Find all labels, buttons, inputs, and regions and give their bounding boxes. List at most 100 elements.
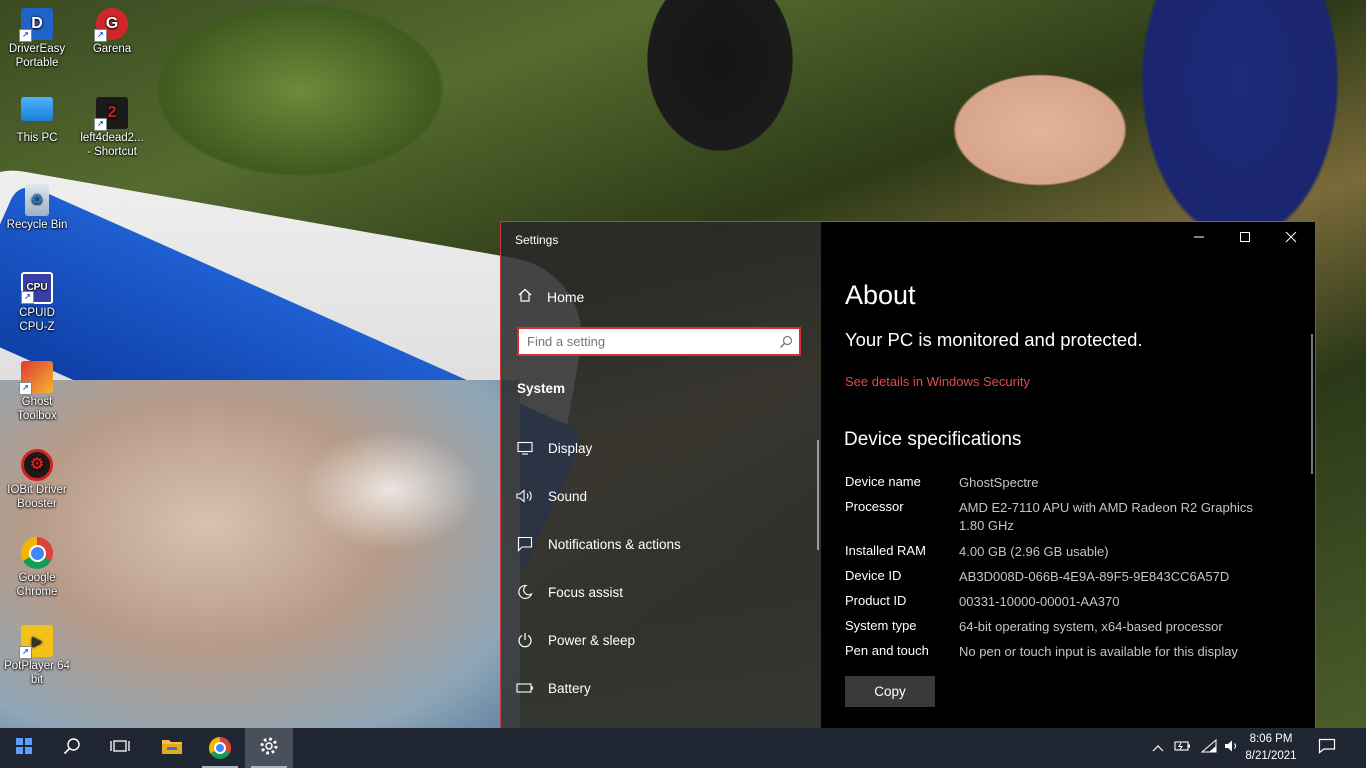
desktop-icon-ghost-toolbox[interactable]: ↗ Ghost Toolbox [0, 361, 74, 423]
taskbar-file-explorer[interactable] [148, 728, 196, 768]
shortcut-arrow-icon: ↗ [19, 382, 32, 395]
desktop-icon-potplayer[interactable]: ▶ ↗ PotPlayer 64 bit [0, 625, 74, 687]
desktop-icon-label: IOBit Driver [7, 484, 67, 496]
tray-network[interactable] [1198, 728, 1220, 768]
window-title: Settings [515, 233, 559, 247]
spec-row-pen-touch: Pen and touch No pen or touch input is a… [845, 643, 1279, 661]
close-button[interactable] [1268, 228, 1314, 250]
shortcut-arrow-icon: ↗ [94, 118, 107, 131]
taskbar-settings[interactable] [245, 728, 293, 768]
search-icon[interactable] [779, 335, 793, 354]
spec-key: Device ID [845, 568, 902, 583]
shortcut-arrow-icon: ↗ [19, 29, 32, 42]
nav-scrollbar[interactable] [817, 440, 819, 550]
settings-search-box[interactable] [517, 327, 801, 356]
nav-home[interactable]: Home [517, 285, 797, 309]
tray-battery[interactable] [1172, 728, 1194, 768]
spec-value: No pen or touch input is available for t… [959, 644, 1238, 659]
nav-item-label: Power & sleep [548, 632, 636, 648]
desktop-icon-iobit[interactable]: ⚙ IOBit Driver Booster [0, 449, 74, 511]
potplayer-icon: ▶ ↗ [19, 625, 53, 659]
desktop-icon-label: Garena [92, 43, 132, 55]
desktop-icon-label: bit [30, 674, 44, 686]
desktop-icon-label: - Shortcut [87, 146, 137, 158]
nav-item-label: Battery [548, 680, 591, 696]
spec-key: Installed RAM [845, 543, 926, 558]
nav-item-label: Notifications & actions [548, 536, 681, 552]
power-icon [515, 630, 535, 650]
spec-row-system-type: System type 64-bit operating system, x64… [845, 618, 1279, 636]
spec-row-installed-ram: Installed RAM 4.00 GB (2.96 GB usable) [845, 543, 1279, 561]
nav-item-sound[interactable]: Sound [515, 484, 805, 508]
battery-icon [515, 678, 535, 698]
sound-icon [515, 486, 535, 506]
desktop-icon-chrome[interactable]: Google Chrome [0, 537, 74, 599]
taskbar-chrome[interactable] [196, 728, 244, 768]
display-icon [515, 438, 535, 458]
close-icon [1285, 230, 1297, 248]
file-explorer-icon [161, 737, 183, 760]
spec-key: Pen and touch [845, 643, 929, 658]
tray-overflow-button[interactable] [1148, 728, 1168, 768]
nav-item-focus-assist[interactable]: Focus assist [515, 580, 805, 604]
chrome-icon [21, 537, 53, 569]
monitor-icon [21, 97, 53, 121]
shortcut-arrow-icon: ↗ [94, 29, 107, 42]
nav-section-heading: System [517, 381, 566, 396]
chrome-icon [209, 737, 231, 759]
desktop-icon-garena[interactable]: G ↗ Garena [75, 8, 149, 56]
shortcut-arrow-icon: ↗ [21, 291, 34, 304]
desktop-icon-label: DriverEasy [8, 43, 66, 55]
desktop-icon-label: Booster [17, 498, 57, 510]
nav-item-notifications[interactable]: Notifications & actions [515, 532, 805, 556]
copy-button[interactable]: Copy [845, 676, 935, 707]
desktop-icon-label: left4dead2... [80, 132, 144, 144]
settings-search-input[interactable] [519, 333, 779, 350]
nav-item-label: Focus assist [548, 584, 624, 600]
nav-item-display[interactable]: Display [515, 436, 805, 460]
desktop-icon-this-pc[interactable]: This PC [0, 97, 74, 145]
search-icon [63, 737, 81, 760]
nav-item-power-sleep[interactable]: Power & sleep [515, 628, 805, 652]
spec-value: GhostSpectre [959, 475, 1039, 490]
windows-security-link[interactable]: See details in Windows Security [845, 374, 1030, 389]
start-button[interactable] [0, 728, 48, 768]
desktop-icon-label: This PC [16, 132, 58, 144]
chevron-up-icon [1152, 739, 1164, 757]
desktop-icon-label: Google [18, 572, 56, 584]
spec-value: AB3D008D-066B-4E9A-89F5-9E843CC6A57D [959, 569, 1230, 584]
maximize-icon [1239, 230, 1251, 248]
spec-key: Product ID [845, 593, 907, 608]
taskbar-search-button[interactable] [48, 728, 96, 768]
spec-value: AMD E2-7110 APU with AMD Radeon R2 Graph… [959, 500, 1253, 533]
taskbar-clock[interactable]: 8:06 PM 8/21/2021 [1236, 731, 1306, 765]
desktop-icon-recycle-bin[interactable]: ♻ Recycle Bin [0, 184, 74, 232]
desktop-icon-label: CPUID [19, 307, 55, 319]
action-center-button[interactable] [1312, 728, 1342, 768]
desktop-icon-label: Recycle Bin [6, 219, 68, 231]
desktop-icon-left4dead2[interactable]: 2 ↗ left4dead2... - Shortcut [75, 97, 149, 159]
start-icon [15, 737, 33, 760]
nav-home-label: Home [547, 289, 585, 305]
desktop-icon-label: CPU-Z [19, 321, 55, 333]
focus-assist-icon [515, 582, 535, 602]
task-view-icon [110, 738, 130, 759]
settings-nav-pane: Settings Home System Display Sound [501, 222, 821, 729]
iobit-driver-booster-icon: ⚙ [21, 449, 53, 481]
nav-item-battery[interactable]: Battery [515, 676, 805, 700]
task-view-button[interactable] [96, 728, 144, 768]
content-scrollbar[interactable] [1311, 334, 1313, 474]
desktop-icon-cpuz[interactable]: CPU ↗ CPUID CPU-Z [0, 272, 74, 334]
device-specs-heading: Device specifications [844, 429, 1022, 450]
nav-item-label: Display [548, 440, 593, 456]
maximize-button[interactable] [1222, 228, 1268, 250]
recycle-bin-icon: ♻ [25, 184, 49, 216]
minimize-button[interactable] [1176, 228, 1222, 250]
spec-value: 64-bit operating system, x64-based proce… [959, 619, 1223, 634]
desktop-icon-drivereasy[interactable]: D ↗ DriverEasy Portable [0, 8, 74, 70]
shortcut-arrow-icon: ↗ [19, 646, 32, 659]
taskbar: 8:06 PM 8/21/2021 [0, 728, 1366, 768]
spec-key: System type [845, 618, 917, 633]
cpuz-icon: CPU ↗ [21, 272, 53, 304]
desktop-icon-label: Chrome [16, 586, 58, 598]
